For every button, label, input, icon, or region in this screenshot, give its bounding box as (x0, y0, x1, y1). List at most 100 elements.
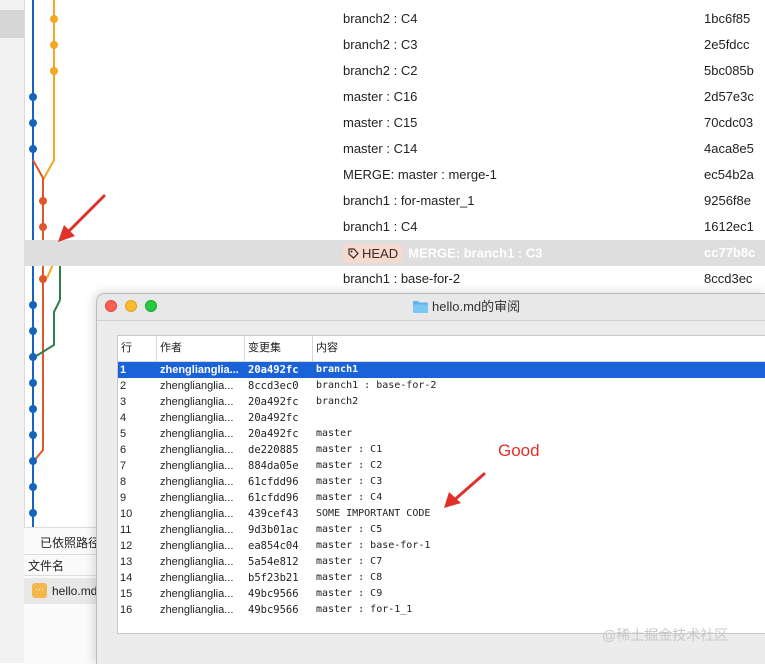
cell-author: zhenglianglia... (160, 444, 234, 456)
cell-author: zhenglianglia... (160, 588, 234, 600)
graph-node (29, 327, 37, 335)
cell-line: 8 (120, 476, 127, 488)
blame-window: hello.md的审阅 行 作者 变更集 内容 1 zhenglianglia..… (96, 293, 765, 664)
table-row[interactable]: 2 zhenglianglia... 8ccd3ec0 branch1 : base-… (118, 378, 765, 394)
cell-content: master : base-for-1 (316, 540, 431, 551)
table-row[interactable]: 4 zhenglianglia... 20a492fc (118, 410, 765, 426)
cell-changeset: 439cef43 (248, 508, 299, 520)
path-toggle[interactable]: 已依照路径 (40, 534, 100, 551)
table-row[interactable]: 16 zhenglianglia... 49bc9566 master : for-1… (118, 602, 765, 618)
minimize-button[interactable] (125, 300, 137, 312)
commit-hash: 5bc085b (704, 63, 754, 78)
commit-hash: 8ccd3ec (704, 271, 753, 286)
graph-node (29, 431, 37, 439)
column-header-changeset[interactable]: 变更集 (244, 336, 312, 361)
column-header-author[interactable]: 作者 (156, 336, 244, 361)
cell-changeset: 884da05e (248, 460, 299, 472)
table-row[interactable]: 15 zhenglianglia... 49bc9566 master : C9 (118, 586, 765, 602)
file-list-item[interactable]: ··· hello.md (24, 578, 97, 604)
cell-changeset: 9d3b01ac (248, 524, 299, 536)
cell-author: zhenglianglia... (160, 460, 234, 472)
commit-row[interactable]: branch2 : C3 2e5fdcc (24, 32, 765, 58)
cell-author: zhenglianglia... (160, 364, 239, 376)
cell-author: zhenglianglia... (160, 428, 234, 440)
window-title: hello.md的审阅 (413, 294, 520, 320)
commit-row[interactable]: branch1 : for-master_1 9256f8e (24, 188, 765, 214)
cell-author: zhenglianglia... (160, 556, 234, 568)
close-button[interactable] (105, 300, 117, 312)
cell-line: 15 (120, 588, 133, 600)
column-header-line[interactable]: 行 (118, 336, 156, 361)
commit-row[interactable]: branch2 : C4 1bc6f85 (24, 6, 765, 32)
commit-row[interactable]: branch1 : base-for-2 8ccd3ec (24, 266, 765, 292)
cell-line: 5 (120, 428, 127, 440)
cell-content: master : C4 (316, 492, 383, 503)
commit-row[interactable]: master : C14 4aca8e5 (24, 136, 765, 162)
zoom-button[interactable] (145, 300, 157, 312)
cell-author: zhenglianglia... (160, 604, 234, 616)
cell-changeset: 49bc9566 (248, 588, 299, 600)
table-row[interactable]: 13 zhenglianglia... 5a54e812 master : C7 (118, 554, 765, 570)
cell-author: zhenglianglia... (160, 524, 234, 536)
cell-line: 3 (120, 396, 127, 408)
cell-content: master : C7 (316, 556, 383, 567)
commit-hash: 1612ec1 (704, 219, 754, 234)
graph-node (29, 301, 37, 309)
graph-node (29, 379, 37, 387)
graph-node (29, 509, 37, 517)
graph-node (29, 405, 37, 413)
cell-line: 11 (120, 524, 132, 536)
cell-changeset: 20a492fc (248, 364, 299, 376)
commit-hash: ec54b2a (704, 167, 754, 182)
cell-author: zhenglianglia... (160, 492, 234, 504)
cell-content: master : C8 (316, 572, 383, 583)
folder-icon (413, 301, 428, 313)
commit-row[interactable]: branch1 : C4 1612ec1 (24, 214, 765, 240)
commit-row[interactable]: branch2 : C2 5bc085b (24, 58, 765, 84)
commit-row[interactable]: HEAD MERGE: branch1 : C3 cc77b8c (24, 240, 765, 266)
cell-content: branch1 (316, 364, 359, 375)
cell-changeset: 5a54e812 (248, 556, 299, 568)
commit-row[interactable]: master : C15 70cdc03 (24, 110, 765, 136)
cell-line: 14 (120, 572, 133, 584)
table-row[interactable]: 1 zhenglianglia... 20a492fc branch1 (118, 362, 765, 378)
commit-hash: cc77b8c (704, 245, 756, 260)
annotation-good-label: Good (498, 441, 540, 460)
commit-hash: 2e5fdcc (704, 37, 750, 52)
cell-line: 7 (120, 460, 127, 472)
commit-row[interactable]: master : C16 2d57e3c (24, 84, 765, 110)
table-row[interactable]: 11 zhenglianglia... 9d3b01ac master : C5 (118, 522, 765, 538)
cell-line: 1 (120, 364, 127, 376)
annotation-arrow-good (444, 472, 486, 508)
cell-line: 2 (120, 380, 127, 392)
window-title-text: hello.md的审阅 (432, 299, 521, 314)
cell-author: zhenglianglia... (160, 476, 234, 488)
table-row[interactable]: 6 zhenglianglia... de220885 master : C1 (118, 442, 765, 458)
cell-line: 10 (120, 508, 133, 520)
commit-message: master : C15 (343, 115, 418, 130)
head-tag[interactable]: HEAD (343, 244, 404, 264)
table-row[interactable]: 12 zhenglianglia... ea854c04 master : base-… (118, 538, 765, 554)
cell-content: master : C5 (316, 524, 383, 535)
commit-message: MERGE: master : merge-1 (343, 167, 497, 182)
file-panel: 已依照路径 文件名 ··· hello.md (24, 527, 100, 664)
cell-changeset: 49bc9566 (248, 604, 299, 616)
column-header-content[interactable]: 内容 (312, 336, 765, 361)
cell-content: branch2 (316, 396, 359, 407)
commit-hash: 9256f8e (704, 193, 751, 208)
table-row[interactable]: 14 zhenglianglia... b5f23b21 master : C8 (118, 570, 765, 586)
commit-hash: 4aca8e5 (704, 141, 754, 156)
cell-line: 9 (120, 492, 127, 504)
table-row[interactable]: 3 zhenglianglia... 20a492fc branch2 (118, 394, 765, 410)
commit-row[interactable]: MERGE: master : merge-1 ec54b2a (24, 162, 765, 188)
graph-node (29, 457, 37, 465)
table-row[interactable]: 5 zhenglianglia... 20a492fc master (118, 426, 765, 442)
commit-message: master : C16 (343, 89, 418, 104)
cell-changeset: 20a492fc (248, 412, 299, 424)
window-titlebar[interactable]: hello.md的审阅 (97, 294, 765, 321)
tag-icon (348, 248, 359, 259)
commit-message: branch1 : for-master_1 (343, 193, 475, 208)
cell-author: zhenglianglia... (160, 540, 234, 552)
cell-line: 12 (120, 540, 133, 552)
file-name-header[interactable]: 文件名 (24, 554, 96, 576)
